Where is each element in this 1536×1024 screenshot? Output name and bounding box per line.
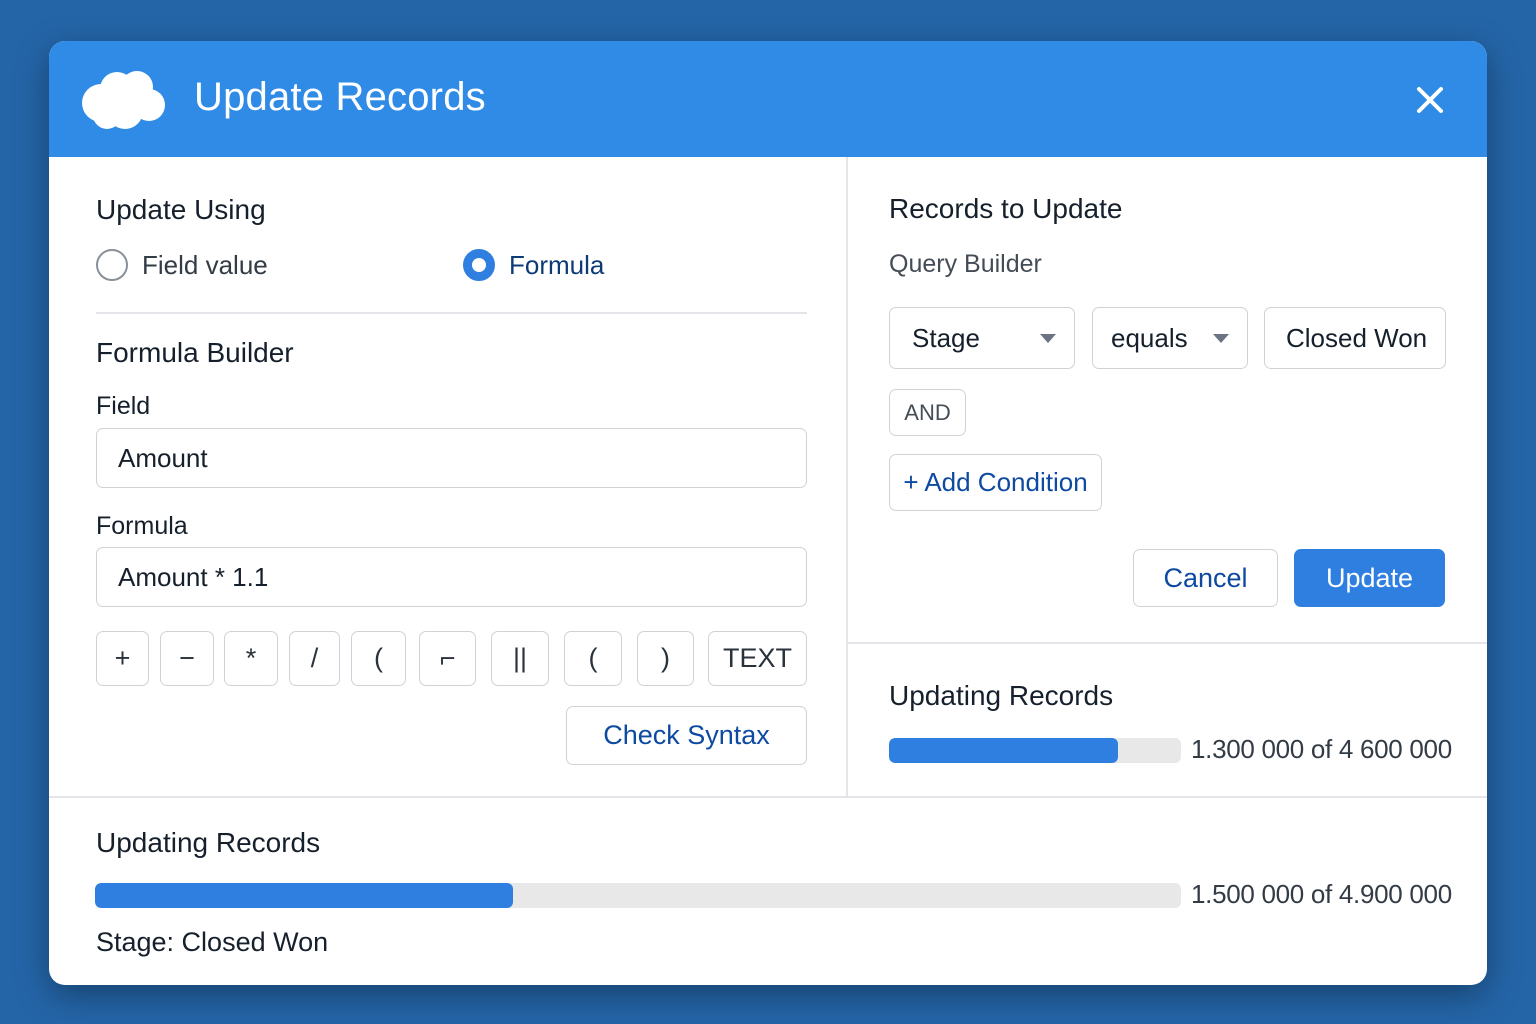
operator-concat-button[interactable]: || bbox=[491, 631, 549, 686]
condition-operator-value: equals bbox=[1111, 322, 1188, 353]
update-using-heading: Update Using bbox=[96, 194, 266, 225]
close-icon[interactable] bbox=[1415, 85, 1445, 115]
radio-formula[interactable]: Formula bbox=[463, 249, 604, 281]
progress-count-text: 1.300 000 of 4 600 000 bbox=[1191, 734, 1452, 764]
radio-formula-label: Formula bbox=[509, 249, 605, 280]
check-syntax-button[interactable]: Check Syntax bbox=[566, 706, 807, 765]
formula-input[interactable]: Amount * 1.1 bbox=[96, 547, 807, 607]
field-label: Field bbox=[96, 392, 151, 420]
operator-open-paren-2-button[interactable]: ( bbox=[564, 631, 622, 686]
cancel-button[interactable]: Cancel bbox=[1133, 549, 1278, 607]
records-to-update-heading: Records to Update bbox=[889, 193, 1123, 224]
update-records-dialog: Update Records Update Using Field value … bbox=[49, 41, 1487, 985]
logic-and-badge: AND bbox=[889, 389, 966, 436]
progress-bar bbox=[889, 738, 1181, 763]
operator-close-paren-button[interactable]: ) bbox=[637, 631, 694, 686]
query-builder-label: Query Builder bbox=[889, 250, 1042, 278]
progress-count-bottom-text: 1.500 000 of 4.900 000 bbox=[1191, 879, 1452, 909]
radio-circle[interactable] bbox=[96, 249, 128, 281]
operator-open-paren-button[interactable]: ( bbox=[351, 631, 406, 686]
radio-field-value[interactable]: Field value bbox=[96, 249, 268, 281]
operator-divide-button[interactable]: / bbox=[289, 631, 340, 686]
radio-field-value-label: Field value bbox=[142, 249, 268, 280]
condition-operator-select[interactable]: equals bbox=[1092, 307, 1248, 369]
section-divider bbox=[49, 796, 1487, 798]
stage-filter-text: Stage: Closed Won bbox=[96, 927, 329, 957]
condition-field-select[interactable]: Stage bbox=[889, 307, 1075, 369]
section-divider bbox=[96, 312, 807, 314]
formula-label: Formula bbox=[96, 512, 188, 540]
chevron-down-icon bbox=[1213, 334, 1229, 343]
operator-not-button[interactable]: ⌐ bbox=[419, 631, 476, 686]
progress-bar-fill bbox=[889, 738, 1118, 763]
formula-builder-heading: Formula Builder bbox=[96, 337, 294, 368]
function-text-button[interactable]: TEXT bbox=[708, 631, 807, 686]
column-divider bbox=[846, 157, 848, 797]
condition-field-value: Stage bbox=[912, 322, 980, 353]
progress-bar-fill bbox=[95, 883, 514, 908]
field-input[interactable]: Amount bbox=[96, 428, 807, 488]
operator-plus-button[interactable]: + bbox=[96, 631, 149, 686]
updating-records-heading: Updating Records bbox=[889, 680, 1114, 711]
condition-value-input[interactable]: Closed Won bbox=[1264, 307, 1446, 369]
radio-circle-selected[interactable] bbox=[463, 249, 495, 281]
chevron-down-icon bbox=[1040, 334, 1056, 343]
operator-minus-button[interactable]: − bbox=[160, 631, 214, 686]
section-divider bbox=[848, 642, 1487, 644]
cloud-logo-icon bbox=[82, 71, 165, 129]
dialog-title: Update Records bbox=[194, 75, 486, 119]
update-button[interactable]: Update bbox=[1294, 549, 1445, 607]
add-condition-button[interactable]: + Add Condition bbox=[889, 454, 1102, 511]
updating-records-bottom-heading: Updating Records bbox=[96, 827, 321, 858]
progress-bar-bottom bbox=[95, 883, 1181, 908]
operator-multiply-button[interactable]: * bbox=[224, 631, 278, 686]
dialog-header: Update Records bbox=[49, 41, 1487, 157]
